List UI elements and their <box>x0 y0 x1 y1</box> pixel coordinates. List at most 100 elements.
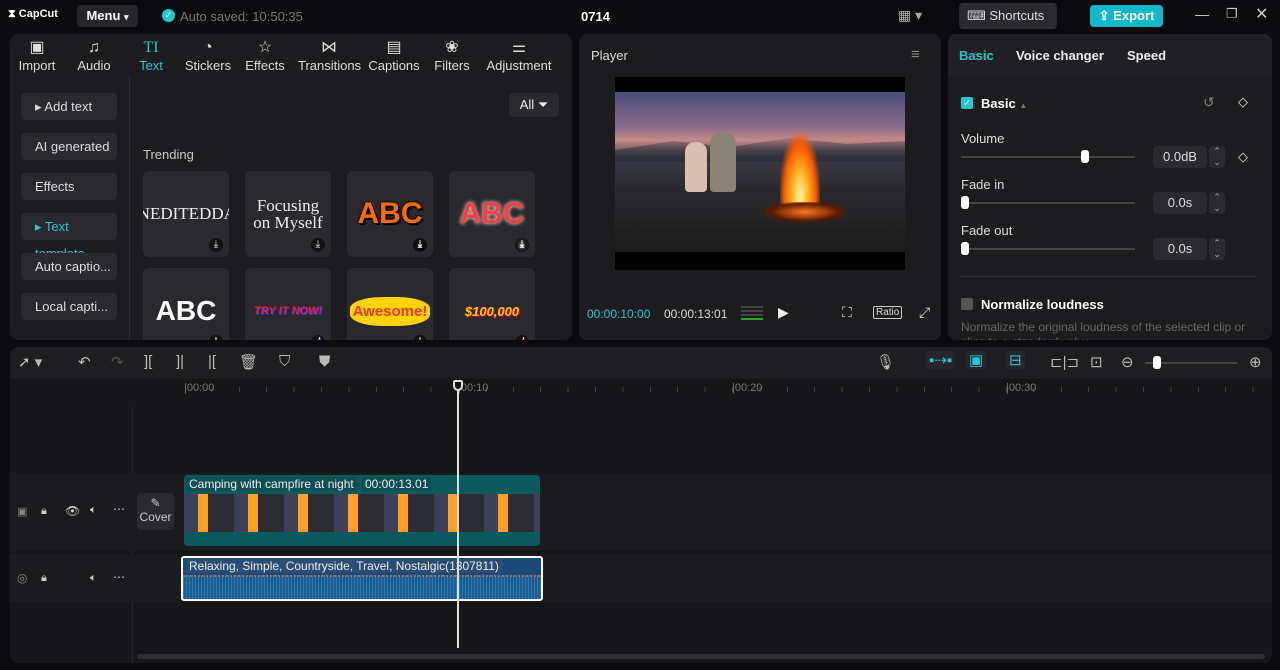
close-icon[interactable]: ✕ <box>1255 4 1268 24</box>
snap-icon[interactable]: ▣ <box>966 351 987 369</box>
slider-knob[interactable] <box>961 242 969 255</box>
zoom-fit-icon[interactable]: ⛶ <box>842 304 852 321</box>
undo-icon[interactable]: ↶ <box>78 353 91 371</box>
download-icon[interactable]: ⤓ <box>311 335 325 340</box>
volume-icon[interactable]: 🔈︎ <box>90 504 97 517</box>
normalize-checkbox[interactable] <box>961 298 973 310</box>
zoom-out-icon[interactable]: ⊖ <box>1121 353 1134 371</box>
more-icon[interactable]: ⋯ <box>113 570 125 584</box>
redo-icon[interactable]: ↷ <box>111 353 124 371</box>
stickers-icon: ◔ <box>203 39 213 56</box>
download-icon[interactable]: ⤓ <box>515 238 529 252</box>
fullscreen-icon[interactable]: ⤢ <box>919 304 930 321</box>
tab-stickers[interactable]: ◔ Stickers <box>184 38 232 73</box>
download-icon[interactable]: ⤓ <box>209 335 223 340</box>
volume-stepper[interactable]: ⌃ ⌄ <box>1209 146 1225 168</box>
fade-out-stepper[interactable]: ⌃ ⌄ <box>1209 238 1225 260</box>
text-template-button[interactable]: ▸ Text template <box>21 213 117 261</box>
reset-icon[interactable]: ↺ <box>1203 94 1215 111</box>
video-preview[interactable] <box>615 77 905 270</box>
zoom-slider[interactable] <box>1145 356 1237 369</box>
tab-text[interactable]: TI Text <box>136 38 166 73</box>
link-main-track-icon[interactable]: ▪⇢▪ <box>926 351 956 369</box>
layout-icon[interactable]: ▦ ▾ <box>898 7 922 24</box>
playhead[interactable] <box>453 380 463 648</box>
auto-captions-button[interactable]: Auto captio... <box>21 253 117 280</box>
delete-icon[interactable]: 🗑 <box>239 353 258 371</box>
download-icon[interactable]: ⤓ <box>515 335 529 340</box>
slider-knob[interactable] <box>1080 150 1089 163</box>
template-tile[interactable]: ABC ⤓ <box>143 268 229 340</box>
add-text-button[interactable]: ▸ Add text <box>21 93 117 120</box>
lock-icon[interactable]: 🔒︎ <box>41 505 47 518</box>
volume-icon[interactable]: 🔈︎ <box>90 572 97 585</box>
volume-slider[interactable] <box>961 150 1135 163</box>
microphone-icon[interactable]: 🎙 <box>876 353 895 371</box>
download-icon[interactable]: ⤓ <box>413 335 427 340</box>
download-icon[interactable]: ⤓ <box>311 238 325 252</box>
tab-audio[interactable]: ♫ Audio <box>74 38 114 73</box>
split-left-icon[interactable]: ]| <box>176 353 184 370</box>
shortcuts-button[interactable]: ⌨ Shortcuts <box>959 3 1057 29</box>
template-tile[interactable]: Focusing on Myself ⤓ <box>245 171 331 257</box>
select-tool-icon[interactable]: ➚ ▾ <box>18 353 42 371</box>
tab-transitions[interactable]: ⋈ Transitions <box>298 38 361 73</box>
slider-knob[interactable] <box>961 196 969 209</box>
export-button[interactable]: ⇪ Export <box>1090 5 1163 27</box>
template-tile[interactable]: UNEDITEDDAY ⤓ <box>143 171 229 257</box>
fade-out-slider[interactable] <box>961 242 1135 255</box>
linkage-icon[interactable]: ⊟ <box>1006 351 1025 369</box>
zoom-to-fit-icon[interactable]: ⊡ <box>1090 353 1103 371</box>
tab-voice-changer[interactable]: Voice changer <box>1016 48 1104 63</box>
template-tile[interactable]: TRY IT NOW! ⤓ <box>245 268 331 340</box>
slider-knob[interactable] <box>1153 356 1161 369</box>
audio-clip[interactable]: Relaxing, Simple, Countryside, Travel, N… <box>181 556 543 601</box>
ai-generated-button[interactable]: AI generated <box>21 133 117 160</box>
template-tile[interactable]: ABC ⤓ <box>347 171 433 257</box>
tab-import[interactable]: ▣ Import <box>16 38 58 73</box>
split-right-icon[interactable]: |[ <box>208 353 216 370</box>
tab-adjustment[interactable]: ⚌ Adjustment <box>484 38 554 73</box>
shield-icon[interactable]: ⛊ <box>319 353 330 370</box>
horizontal-scrollbar[interactable] <box>137 654 1265 659</box>
cover-button[interactable]: ✎ Cover <box>137 493 174 530</box>
tab-basic[interactable]: Basic <box>959 48 994 63</box>
filter-dropdown[interactable]: All ⏷ <box>509 93 559 117</box>
volume-input[interactable]: 0.0dB <box>1153 146 1207 168</box>
tab-label: Stickers <box>184 58 232 73</box>
tab-filters[interactable]: ❀ Filters <box>434 38 470 73</box>
basic-checkbox[interactable]: ✓ <box>961 97 973 109</box>
eye-icon[interactable]: 👁︎ <box>65 504 80 518</box>
more-icon[interactable]: ⋯ <box>113 502 125 516</box>
split-icon[interactable]: ][ <box>144 353 152 370</box>
menu-button[interactable]: Menu ▾ <box>77 5 138 27</box>
template-tile[interactable]: ABC ⤓ <box>449 171 535 257</box>
play-icon[interactable]: ▶ <box>778 304 789 321</box>
keyframe-icon[interactable]: ◇ <box>1238 149 1248 165</box>
menu-icon[interactable]: ≡ <box>911 46 920 63</box>
fade-in-input[interactable]: 0.0s <box>1153 192 1207 214</box>
download-icon[interactable]: ⤓ <box>413 238 427 252</box>
video-clip[interactable]: Camping with campfire at night 00:00:13.… <box>184 475 540 546</box>
keyframe-icon[interactable]: ◇ <box>1238 94 1248 110</box>
local-captions-button[interactable]: Local capti... <box>21 293 117 320</box>
preview-axis-icon[interactable]: ⊏|⊐ <box>1050 353 1079 371</box>
zoom-in-icon[interactable]: ⊕ <box>1249 353 1262 371</box>
tab-captions[interactable]: ▤ Captions <box>368 38 420 73</box>
tick-label: 00:00 <box>186 382 215 394</box>
fade-in-stepper[interactable]: ⌃ ⌄ <box>1209 192 1225 214</box>
minimize-icon[interactable]: — <box>1195 6 1209 22</box>
marker-add-icon[interactable]: ⛉ <box>279 353 290 370</box>
fade-in-slider[interactable] <box>961 196 1135 209</box>
download-icon[interactable]: ⤓ <box>209 238 223 252</box>
template-tile[interactable]: Awesome! ⤓ <box>347 268 433 340</box>
effects-button[interactable]: Effects <box>21 173 117 200</box>
lock-icon[interactable]: 🔒︎ <box>41 572 47 585</box>
ratio-button[interactable]: Ratio <box>873 306 903 319</box>
restore-icon[interactable]: ❐ <box>1226 6 1238 22</box>
tab-speed[interactable]: Speed <box>1127 48 1166 63</box>
basic-section-title[interactable]: Basic ▲ <box>981 96 1027 111</box>
tab-effects[interactable]: ☆ Effects <box>244 38 286 73</box>
template-tile[interactable]: $100,000 ⤓ <box>449 268 535 340</box>
fade-out-input[interactable]: 0.0s <box>1153 238 1207 260</box>
